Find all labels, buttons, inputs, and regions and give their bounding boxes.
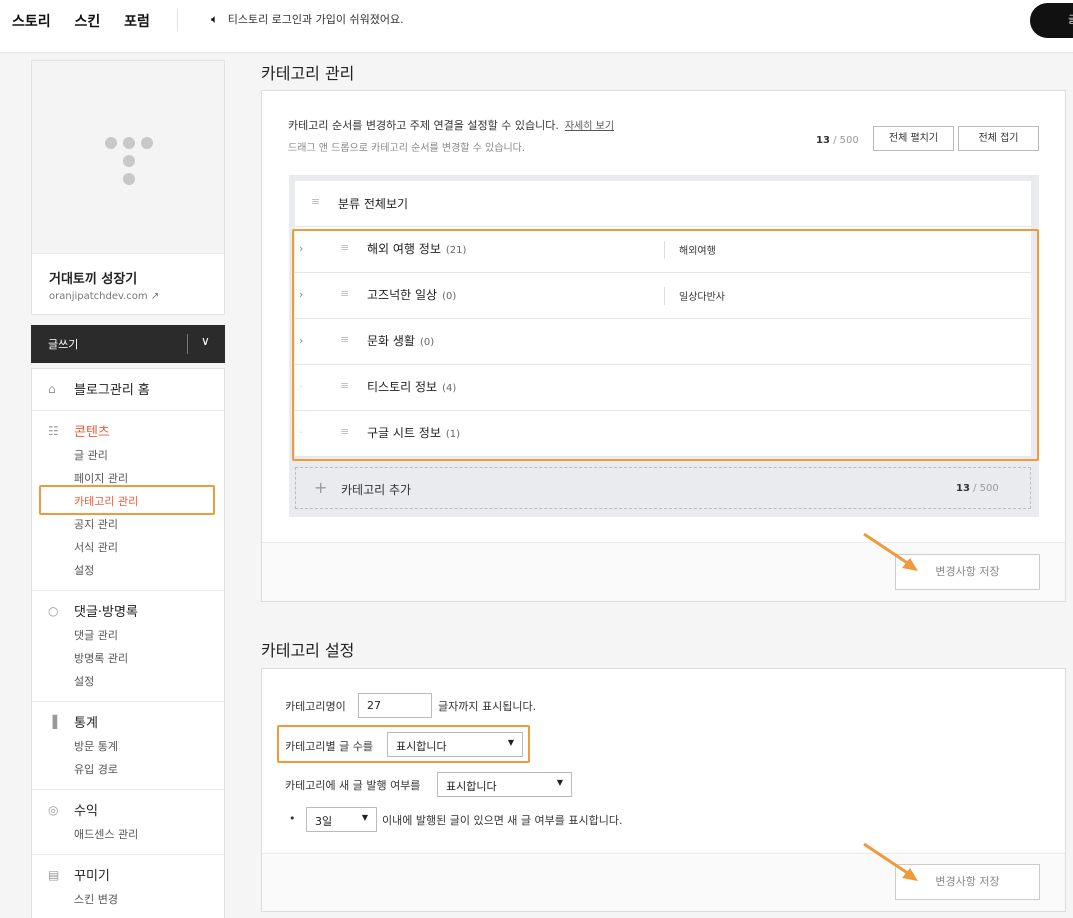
menu-item-guestbook[interactable]: 방명록 관리 <box>74 650 224 666</box>
category-description: 카테고리 순서를 변경하고 주제 연결을 설정할 수 있습니다. 자세히 보기 <box>288 119 615 132</box>
write-label: 글쓰기 <box>48 338 79 351</box>
menu-item-templates[interactable]: 서식 관리 <box>74 539 224 555</box>
section-title-category-manage: 카테고리 관리 <box>261 64 355 83</box>
divider <box>187 334 188 354</box>
menu-item-notice[interactable]: 공지 관리 <box>74 516 224 532</box>
speech-bubble-icon: ○ <box>48 603 59 618</box>
highlight-box <box>277 725 530 763</box>
menu-item-comments[interactable]: 댓글 관리 <box>74 627 224 643</box>
blog-name[interactable]: 거대토끼 성장기 <box>49 268 224 287</box>
coin-icon: ◎ <box>48 802 59 817</box>
menu-item-skin[interactable]: 스킨 변경 <box>74 891 224 907</box>
dropdown-arrow-icon: ▼ <box>361 813 368 822</box>
add-category-count: 13 / 500 <box>956 483 999 494</box>
name-length-label: 카테고리명이 <box>285 700 346 713</box>
category-count: 13 / 500 <box>816 135 859 146</box>
expand-all-button[interactable]: 전체 펼치기 <box>873 126 954 151</box>
notice-banner[interactable]: 🔈︎ 티스토리 로그인과 가입이 쉬워졌어요. <box>211 11 404 27</box>
help-link[interactable]: 자세히 보기 <box>565 121 614 132</box>
menu-stats[interactable]: ▐ 통계 <box>48 712 224 732</box>
notice-text: 티스토리 로그인과 가입이 쉬워졌어요. <box>227 13 404 26</box>
menu-section-stats: ▐ 통계 방문 통계 유입 경로 <box>32 702 224 790</box>
nav-forum[interactable]: 포럼 <box>124 14 150 30</box>
tistory-logo-dot <box>123 137 135 149</box>
plus-icon: + <box>314 478 328 497</box>
menu-section-revenue: ◎ 수익 애드센스 관리 <box>32 790 224 855</box>
menu-revenue[interactable]: ◎ 수익 <box>48 800 224 820</box>
write-button[interactable]: 글쓰기 ∨ <box>31 325 225 363</box>
annotation-arrow-icon <box>863 842 918 881</box>
name-length-input[interactable]: 27 <box>358 693 432 718</box>
highlight-box <box>292 229 1039 461</box>
layout-icon: ▤ <box>48 867 60 882</box>
nav-skin[interactable]: 스킨 <box>75 14 101 30</box>
menu-item-visits[interactable]: 방문 통계 <box>74 738 224 754</box>
menu-item-comment-settings[interactable]: 설정 <box>74 673 224 689</box>
new-post-label: 카테고리에 새 글 발행 여부를 <box>285 779 421 792</box>
category-root-row[interactable]: ≡ 분류 전체보기 <box>295 181 1031 227</box>
new-post-select[interactable]: 표시합니다 ▼ <box>437 772 572 797</box>
divider <box>177 9 178 31</box>
chevron-down-icon[interactable]: ∨ <box>201 334 210 348</box>
menu-item-adsense[interactable]: 애드센스 관리 <box>74 826 224 842</box>
document-icon: ☷ <box>48 423 59 438</box>
menu-home[interactable]: ⌂ 블로그관리 홈 <box>48 379 224 399</box>
new-post-days-suffix: 이내에 발행된 글이 있으면 새 글 여부를 표시합니다. <box>382 814 623 827</box>
menu-section-comments: ○ 댓글·방명록 댓글 관리 방명록 관리 설정 <box>32 591 224 702</box>
add-category-button[interactable]: + 카테고리 추가 13 / 500 <box>295 467 1031 509</box>
bullet: • <box>289 812 296 825</box>
dropdown-arrow-icon: ▼ <box>556 778 563 787</box>
blog-profile: 거대토끼 성장기 oranjipatchdev.com ↗ <box>31 60 225 315</box>
tistory-logo-dot <box>141 137 153 149</box>
admin-menu: ⌂ 블로그관리 홈 ☷ 콘텐츠 글 관리 페이지 관리 카테고리 관리 공지 관리 … <box>31 368 225 918</box>
tistory-logo-dot <box>123 173 135 185</box>
collapse-all-button[interactable]: 전체 접기 <box>958 126 1039 151</box>
menu-content[interactable]: ☷ 콘텐츠 <box>48 421 224 441</box>
annotation-arrow-icon <box>863 532 918 571</box>
name-length-suffix: 글자까지 표시됩니다. <box>438 700 537 713</box>
drag-hint: 드래그 앤 드롭으로 카테고리 순서를 변경할 수 있습니다. <box>288 143 526 154</box>
tistory-logo-dot <box>123 155 135 167</box>
divider <box>262 542 1065 543</box>
drag-handle-icon[interactable]: ≡ <box>311 195 320 208</box>
menu-item-posts[interactable]: 글 관리 <box>74 447 224 463</box>
bar-chart-icon: ▐ <box>48 714 58 729</box>
section-title-category-settings: 카테고리 설정 <box>261 641 355 660</box>
menu-item-pages[interactable]: 페이지 관리 <box>74 470 224 486</box>
highlight-box <box>39 485 215 515</box>
blog-thumbnail[interactable] <box>32 61 224 254</box>
divider <box>262 853 1065 854</box>
category-root-label: 분류 전체보기 <box>338 197 409 211</box>
category-settings-panel: 카테고리명이 27 글자까지 표시됩니다. 카테고리별 글 수를 표시합니다 ▼ … <box>261 668 1066 912</box>
top-bar: 스토리 스킨 포럼 🔈︎ 티스토리 로그인과 가입이 쉬워졌어요. 글 <box>0 0 1073 53</box>
nav-story[interactable]: 스토리 <box>12 14 51 30</box>
speaker-icon: 🔈︎ <box>211 12 219 26</box>
top-right-button[interactable]: 글 <box>1030 3 1073 38</box>
menu-design[interactable]: ▤ 꾸미기 <box>48 865 224 885</box>
menu-comments[interactable]: ○ 댓글·방명록 <box>48 601 224 621</box>
menu-section-home: ⌂ 블로그관리 홈 <box>32 369 224 411</box>
external-link-icon: ↗ <box>150 291 160 302</box>
blog-url[interactable]: oranjipatchdev.com ↗ <box>49 291 224 302</box>
menu-item-referrers[interactable]: 유입 경로 <box>74 761 224 777</box>
home-icon: ⌂ <box>48 381 56 396</box>
menu-section-design: ▤ 꾸미기 스킨 변경 <box>32 855 224 918</box>
global-nav: 스토리 스킨 포럼 <box>12 11 169 31</box>
tistory-logo-icon <box>105 137 117 149</box>
menu-item-content-settings[interactable]: 설정 <box>74 562 224 578</box>
new-post-days-select[interactable]: 3일 ▼ <box>306 807 377 832</box>
